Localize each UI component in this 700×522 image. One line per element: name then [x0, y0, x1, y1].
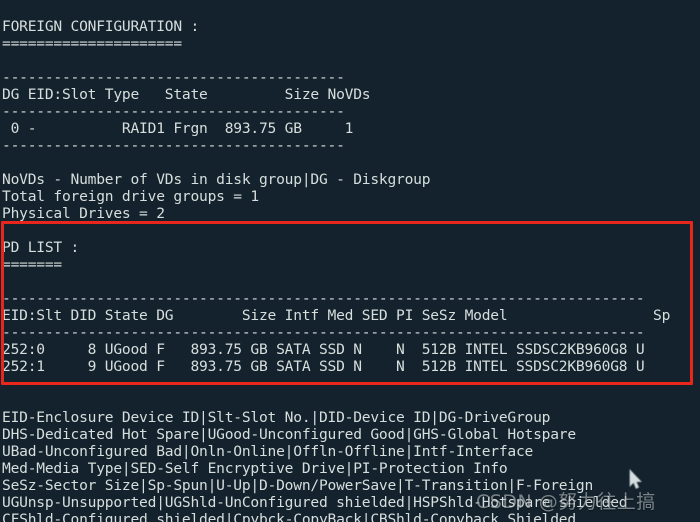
foreign-config-note-total-groups: Total foreign drive groups = 1 [2, 187, 259, 205]
pd-list-row-252-0: 252:0 8 UGood F 893.75 GB SATA SSD N N 5… [2, 340, 645, 358]
legend-line-med: Med-Media Type|SED-Self Encryptive Drive… [2, 459, 508, 477]
foreign-config-rule-top: ---------------------------------------- [2, 68, 345, 86]
pd-list-row-252-1: 252:1 9 UGood F 893.75 GB SATA SSD N N 5… [2, 357, 645, 375]
terminal-output: FOREIGN CONFIGURATION : =================… [0, 15, 700, 522]
legend-line-ubad: UBad-Unconfigured Bad|Onln-Online|Offln-… [2, 442, 534, 460]
foreign-config-rule-bottom: ---------------------------------------- [2, 136, 345, 154]
legend-line-cfshld: CFShld-Configured shielded|Cpybck-CopyBa… [2, 510, 576, 522]
pd-list-header-row: EID:Slt DID State DG Size Intf Med SED P… [2, 306, 671, 324]
foreign-config-title-underline: ===================== [2, 34, 182, 52]
foreign-config-rule-mid: ---------------------------------------- [2, 102, 345, 120]
pd-list-rule-mid: ----------------------------------------… [2, 323, 645, 341]
legend-line-dhs: DHS-Dedicated Hot Spare|UGood-Unconfigur… [2, 425, 576, 443]
terminal-screenshot: FOREIGN CONFIGURATION : =================… [0, 0, 700, 522]
legend-line-sesz: SeSz-Sector Size|Sp-Spun|U-Up|D-Down/Pow… [2, 476, 594, 494]
pd-list-title-underline: ======= [2, 255, 62, 273]
legend-line-eid: EID-Enclosure Device ID|Slt-Slot No.|DID… [2, 408, 551, 426]
pd-list-title: PD LIST : [2, 238, 80, 256]
pd-list-rule-bottom: ----------------------------------------… [2, 374, 645, 392]
legend-line-ugunsp: UGUnsp-Unsupported|UGShld-UnConfigured s… [2, 493, 628, 511]
foreign-config-data-row: 0 - RAID1 Frgn 893.75 GB 1 [2, 119, 354, 137]
foreign-config-note-novds: NoVDs - Number of VDs in disk group|DG -… [2, 170, 431, 188]
foreign-config-header-row: DG EID:Slot Type State Size NoVDs [2, 85, 371, 103]
pd-list-rule-top: ----------------------------------------… [2, 289, 645, 307]
foreign-config-title: FOREIGN CONFIGURATION : [2, 17, 200, 35]
foreign-config-note-physical-drives: Physical Drives = 2 [2, 204, 165, 222]
